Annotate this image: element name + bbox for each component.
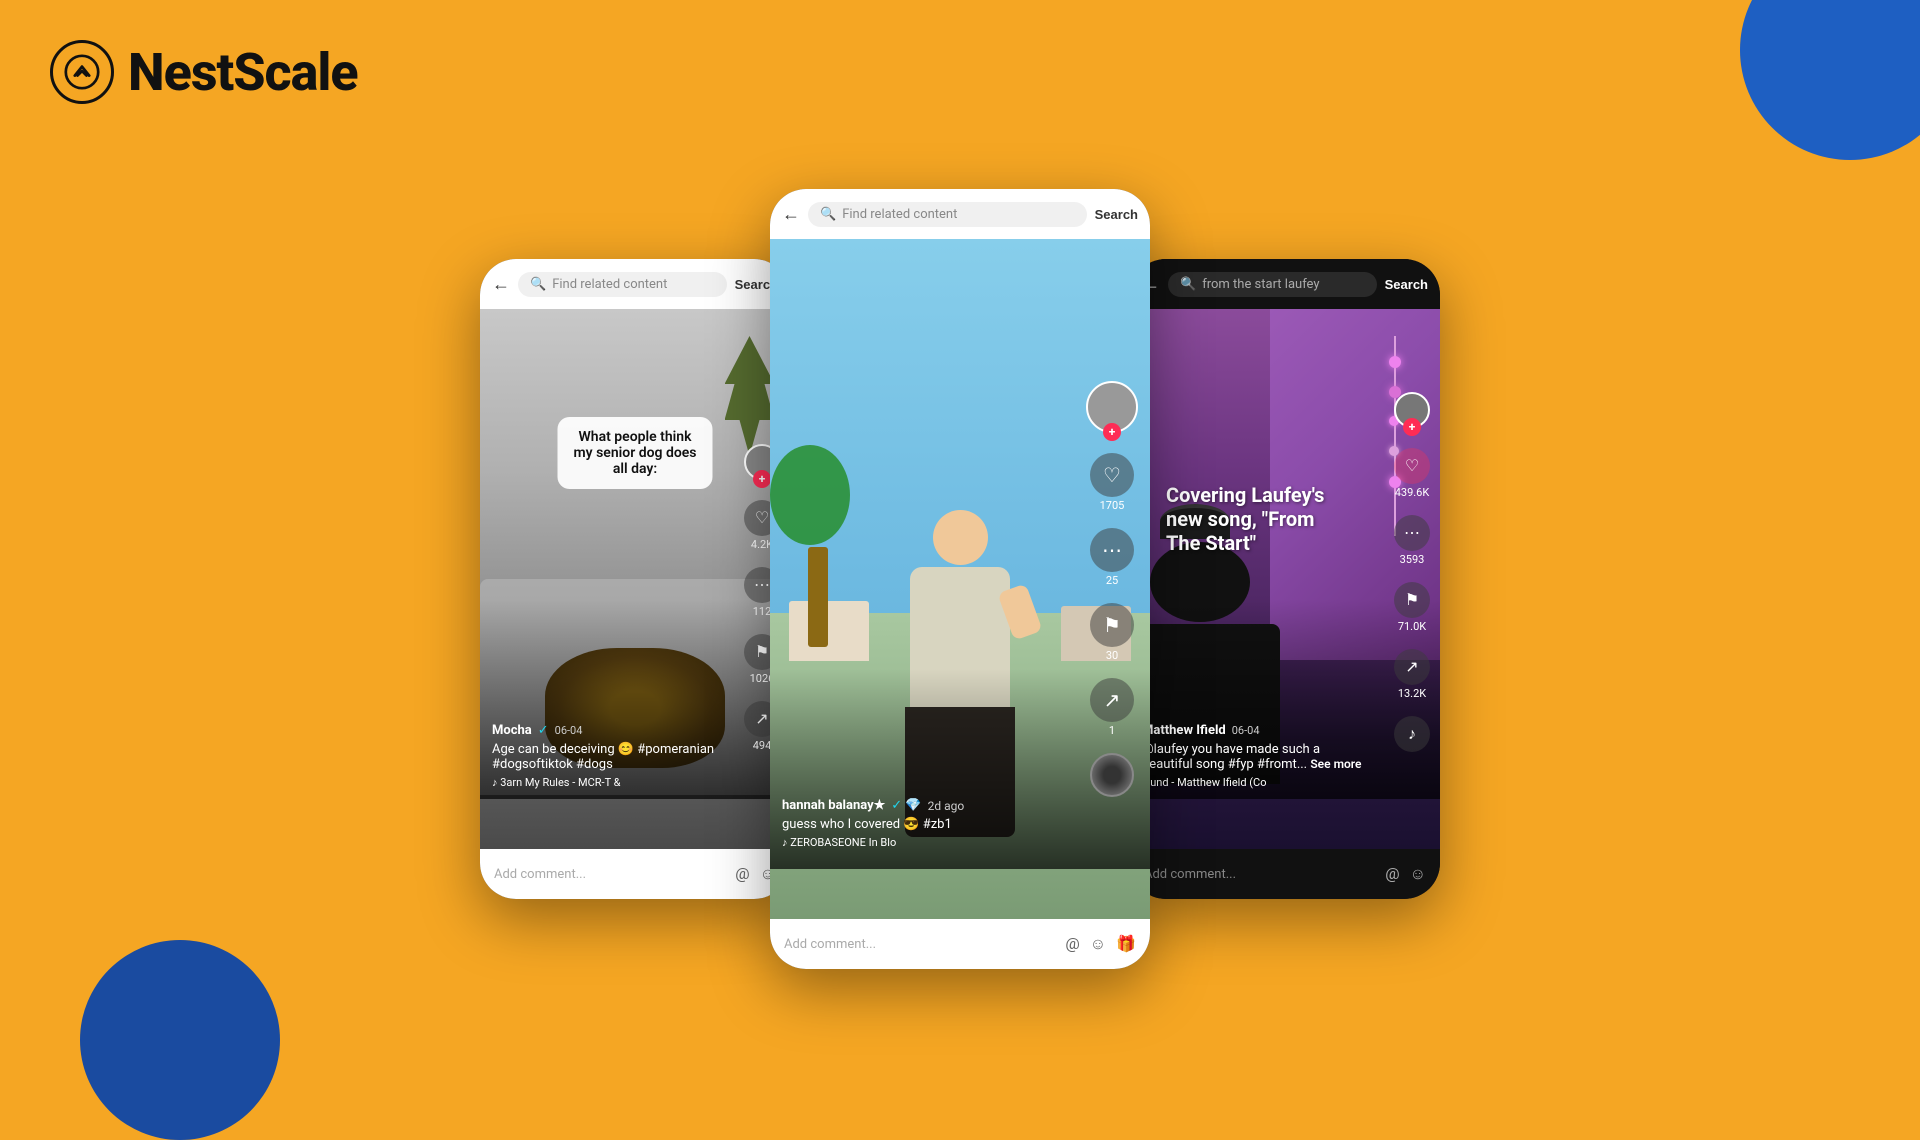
video-area-right: Covering Laufey's new song, "From The St… [1130,309,1440,849]
comment-icon-center: ⋯ [1090,528,1134,572]
back-arrow-center[interactable]: ← [782,204,800,225]
bookmark-icon-right: ⚑ [1394,582,1430,618]
verified-badge-left: ✓ [538,723,549,738]
comment-input-center[interactable]: Add comment... [784,937,1055,952]
phone-center-header: ← 🔍 Find related content Search [770,189,1150,239]
comment-bar-right: Add comment... @ ☺ [1130,849,1440,899]
music-disc-center [1090,753,1134,797]
save-action-center[interactable]: ⚑ 30 [1090,603,1134,662]
at-icon-left[interactable]: @ [735,864,749,884]
video-bg-right: Covering Laufey's new song, "From The St… [1130,309,1440,849]
comment-action-right[interactable]: ⋯ 3593 [1394,515,1430,566]
action-buttons-center: + ♡ 1705 ⋯ 25 ⚑ 30 ↗ [1086,381,1138,797]
comment-input-left[interactable]: Add comment... [494,867,725,882]
text-overlay-left: What people think my senior dog does all… [558,417,713,489]
caption-center: guess who I covered 😎 #zb1 [782,817,1080,832]
video-bg-center: + ♡ 1705 ⋯ 25 ⚑ 30 ↗ [770,239,1150,919]
search-bar-right[interactable]: 🔍 from the start laufey [1168,272,1377,297]
follow-btn-center[interactable]: + [1103,423,1121,441]
decorative-circle-bottom-left [80,940,280,1140]
sound-icon-right: ♪ [1394,716,1430,752]
search-icon-center: 🔍 [820,207,836,222]
comment-input-right[interactable]: Add comment... [1144,867,1375,882]
music-row-right: ♪ und - Matthew Ifield (Co [1142,776,1370,789]
like-action-right[interactable]: ♡ 439.6K [1394,448,1430,499]
search-icon-right: 🔍 [1180,277,1196,292]
logo-text: NestScale [128,42,358,103]
comment-bar-center: Add comment... @ ☺ 🎁 [770,919,1150,969]
phone-right: ← 🔍 from the start laufey Search [1130,259,1440,899]
search-bar-left[interactable]: 🔍 Find related content [518,272,727,297]
follow-btn-right[interactable]: + [1403,418,1421,436]
person-center [905,510,1015,837]
caption-left: Age can be deceiving 😊 #pomeranian #dogs… [492,742,720,772]
comment-icons-right: @ ☺ [1385,864,1426,884]
search-bar-center[interactable]: 🔍 Find related content [808,202,1087,227]
decorative-circle-top-right [1740,0,1920,160]
bookmark-icon-center: ⚑ [1090,603,1134,647]
emoji-icon-right[interactable]: ☺ [1410,864,1426,884]
heart-icon-center: ♡ [1090,453,1134,497]
share-icon-center: ↗ [1090,678,1134,722]
emoji-icon-center[interactable]: ☺ [1090,934,1106,954]
phone-left: ← 🔍 Find related content Search [480,259,790,899]
share-icon-right: ↗ [1394,649,1430,685]
search-button-center[interactable]: Search [1095,207,1138,222]
comment-icon-right: ⋯ [1394,515,1430,551]
comment-bar-left: Add comment... @ ☺ [480,849,790,899]
at-icon-right[interactable]: @ [1385,864,1399,884]
house1 [789,601,869,661]
video-info-center: hannah balanay★ ✓ 💎 2d ago guess who I c… [782,798,1080,849]
username-row-center: hannah balanay★ ✓ 💎 2d ago [782,798,1080,813]
username-row-right: Matthew Ifield 06-04 [1142,723,1370,738]
heart-icon-right: ♡ [1394,448,1430,484]
search-icon-left: 🔍 [530,277,546,292]
video-area-center: + ♡ 1705 ⋯ 25 ⚑ 30 ↗ [770,239,1150,919]
video-bg-left: What people think my senior dog does all… [480,309,790,849]
phone-left-header: ← 🔍 Find related content Search [480,259,790,309]
search-button-right[interactable]: Search [1385,277,1428,292]
gift-icon-center[interactable]: 🎁 [1116,934,1136,954]
avatar-container-right: + [1394,392,1430,428]
follow-btn-left[interactable]: + [753,470,771,488]
person-body-center [910,567,1010,707]
avatar-container-center: + [1086,381,1138,433]
logo: NestScale [50,40,358,104]
music-row-left: ♪ 3arn My Rules - MCR-T & [492,776,720,789]
share-action-right[interactable]: ↗ 13.2K [1394,649,1430,700]
video-area-left: What people think my senior dog does all… [480,309,790,849]
search-text-right: from the start laufey [1202,277,1319,292]
back-arrow-left[interactable]: ← [492,274,510,295]
caption-right: @laufey you have made such a beautiful s… [1142,742,1370,772]
share-action-center[interactable]: ↗ 1 [1090,678,1134,737]
text-overlay-right: Covering Laufey's new song, "From The St… [1150,471,1350,567]
like-action-center[interactable]: ♡ 1705 [1090,453,1134,512]
action-buttons-right: + ♡ 439.6K ⋯ 3593 ⚑ 71.0K ↗ [1394,392,1430,752]
phones-container: ← 🔍 Find related content Search [410,189,1510,969]
phone-right-header: ← 🔍 from the start laufey Search [1130,259,1440,309]
verified-badge-center: ✓ 💎 [891,798,921,813]
username-row-left: Mocha ✓ 06-04 [492,723,720,738]
comment-icons-center: @ ☺ 🎁 [1065,934,1136,954]
search-text-center: Find related content [842,207,957,222]
at-icon-center[interactable]: @ [1065,934,1079,954]
search-text-left: Find related content [552,277,667,292]
phone-center: ← 🔍 Find related content Search [770,189,1150,969]
sound-action-right[interactable]: ♪ [1394,716,1430,752]
save-action-right[interactable]: ⚑ 71.0K [1394,582,1430,633]
video-info-left: Mocha ✓ 06-04 Age can be deceiving 😊 #po… [492,723,720,789]
tree-leaves [770,445,850,545]
comment-action-center[interactable]: ⋯ 25 [1090,528,1134,587]
music-row-center: ♪ ZEROBASEONE In Blo [782,836,1080,849]
video-info-right: Matthew Ifield 06-04 @laufey you have ma… [1142,723,1370,789]
person-head-center [933,510,988,565]
tree-trunk [808,547,828,647]
logo-icon [50,40,114,104]
